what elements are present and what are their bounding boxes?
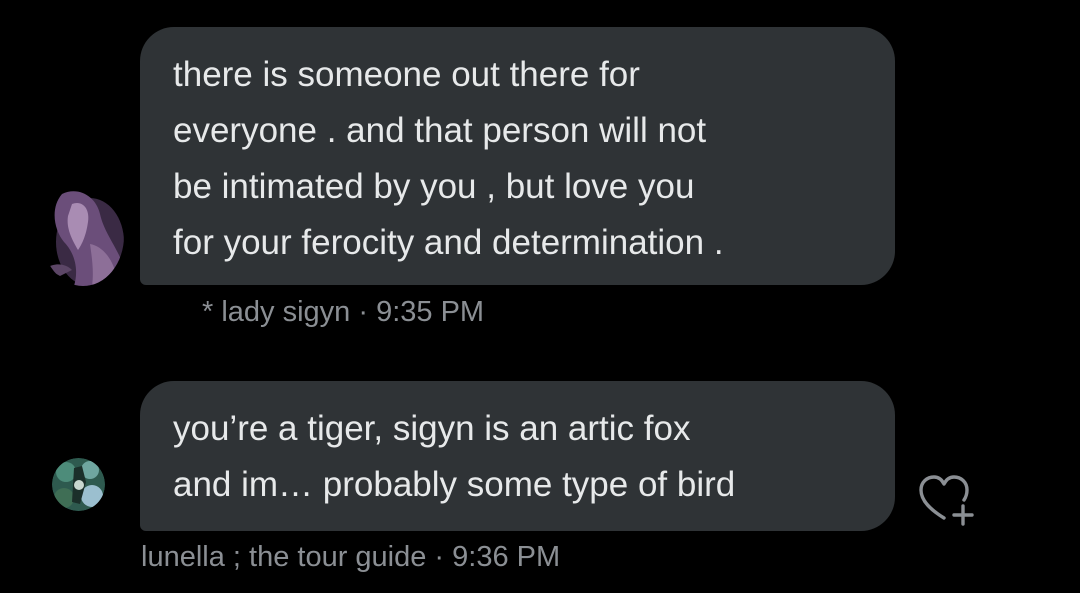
message-bubble[interactable]: you’re a tiger, sigyn is an artic fox an… — [140, 381, 895, 531]
message-text-line: be intimated by you , but love you — [173, 167, 695, 206]
heart-plus-icon — [919, 475, 974, 526]
message-text-line: you’re a tiger, sigyn is an artic fox — [173, 409, 691, 448]
message-text-line: and im… probably some type of bird — [173, 465, 736, 504]
add-reaction-button[interactable] — [917, 472, 979, 530]
message-meta: * lady sigyn · 9:35 PM — [202, 296, 485, 328]
message-bubble[interactable]: there is someone out there for everyone … — [140, 27, 895, 285]
avatar-image — [52, 458, 105, 511]
message-text-line: everyone . and that person will not — [173, 111, 707, 150]
message-text-line: there is someone out there for — [173, 55, 640, 94]
sender-avatar-lunella[interactable] — [52, 458, 105, 511]
message-meta: lunella ; the tour guide · 9:36 PM — [141, 541, 561, 573]
message-text-line: for your ferocity and determination . — [173, 223, 724, 262]
sender-avatar-lady-sigyn[interactable] — [42, 186, 124, 286]
avatar-image — [42, 186, 124, 286]
